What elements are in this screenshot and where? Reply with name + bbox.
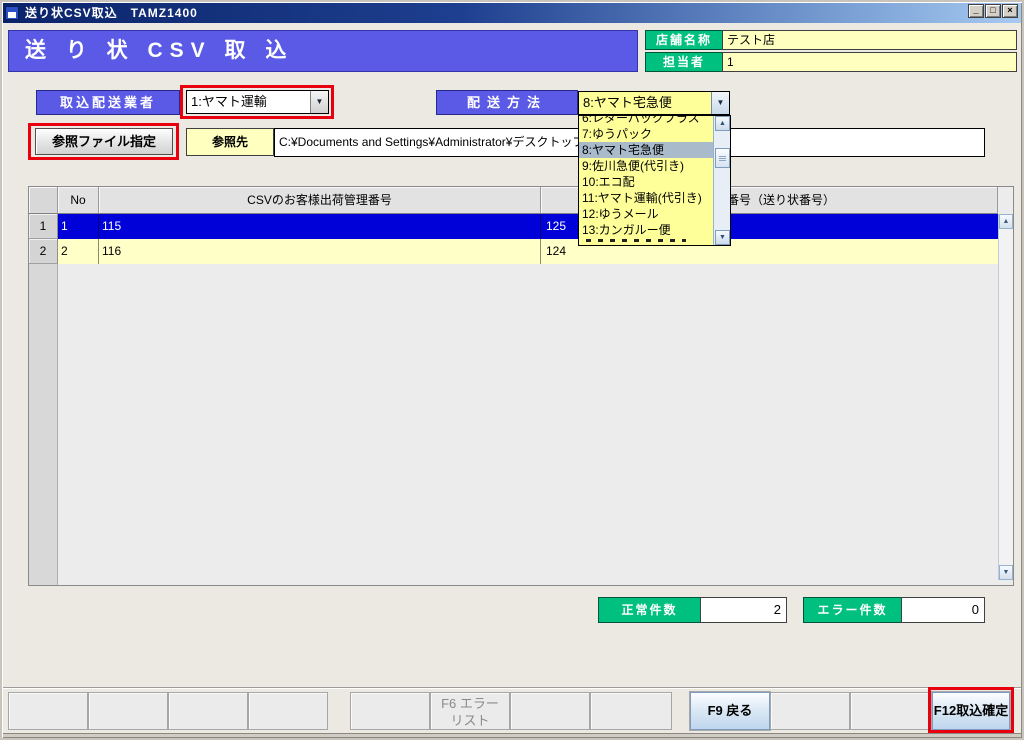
dropdown-item[interactable]: 7:ゆうパック (579, 126, 714, 142)
fkey-f2-slot (88, 692, 168, 730)
dropdown-item[interactable]: 12:ゆうメール (579, 206, 714, 222)
table-header-row: No CSVのお客様出荷管理番号 番号（送り状番号） (29, 187, 1013, 214)
scrollbar-thumb[interactable] (715, 148, 730, 168)
method-combobox[interactable]: 8:ヤマト宅急便 ▼ (578, 91, 730, 115)
f9-back-button[interactable]: F9 戻る (690, 692, 770, 730)
app-icon (5, 6, 19, 20)
browse-file-button[interactable]: 参照ファイル指定 (35, 128, 173, 155)
method-value: 8:ヤマト宅急便 (579, 92, 711, 114)
chevron-down-icon[interactable]: ▼ (310, 91, 328, 113)
fkey-f3-slot (168, 692, 248, 730)
method-label: 配送方法 (436, 90, 578, 115)
staff-label: 担当者 (645, 52, 723, 72)
carrier-value: 1:ヤマト運輸 (187, 91, 310, 113)
window-title: 送り状CSV取込 TAMZ1400 (25, 4, 198, 21)
column-header-no: No (58, 187, 99, 214)
import-table: No CSVのお客様出荷管理番号 番号（送り状番号） 1 1 115 125 2… (28, 186, 1014, 586)
dropdown-item[interactable]: 11:ヤマト運輸(代引き) (579, 190, 714, 206)
f12-confirm-import-button[interactable]: F12取込確定 (932, 692, 1010, 730)
dropdown-item-selected[interactable]: 8:ヤマト宅急便 (579, 142, 714, 158)
dropdown-item[interactable]: 9:佐川急便(代引き) (579, 158, 714, 174)
fkey-f4-slot (248, 692, 328, 730)
f6-error-list-button[interactable]: F6 エラー リスト (430, 692, 510, 730)
reference-dest-label: 参照先 (186, 128, 274, 156)
error-count-label: エラー件数 (803, 597, 902, 623)
chevron-down-icon[interactable]: ▼ (711, 92, 729, 114)
table-row[interactable]: 1 1 115 125 (29, 214, 1013, 239)
maximize-button[interactable]: □ (985, 4, 1001, 18)
title-bar: 送り状CSV取込 TAMZ1400 _ □ × (2, 2, 1022, 23)
minimize-button[interactable]: _ (968, 4, 984, 18)
fkey-f1-slot (8, 692, 88, 730)
column-header-csv: CSVのお客様出荷管理番号 (99, 187, 541, 214)
dropdown-item[interactable]: 13:カンガルー便 (579, 222, 714, 238)
divider (2, 687, 1022, 689)
fkey-f11-slot (850, 692, 930, 730)
cell-csv[interactable]: 115 (99, 214, 541, 239)
scroll-down-icon[interactable]: ▼ (715, 230, 730, 245)
ok-count-label: 正常件数 (598, 597, 701, 623)
ok-count-field: 2 (700, 597, 787, 623)
status-strip (0, 733, 1024, 740)
page-title: 送 り 状 CSV 取 込 (8, 30, 638, 72)
scroll-up-icon[interactable]: ▲ (999, 214, 1013, 229)
staff-field: 1 (722, 52, 1017, 72)
dropdown-scrollbar[interactable]: ▲ ▼ (713, 116, 730, 245)
method-dropdown-list: 6:レターパックプラス 7:ゆうパック 8:ヤマト宅急便 9:佐川急便(代引き)… (578, 115, 731, 246)
cell-no[interactable]: 2 (58, 239, 99, 264)
close-button[interactable]: × (1002, 4, 1018, 18)
scroll-down-icon[interactable]: ▼ (999, 565, 1013, 580)
fkey-f10-slot (770, 692, 850, 730)
fkey-f7-slot (510, 692, 590, 730)
column-header-rownum (29, 187, 58, 214)
f6-label-line2: リスト (431, 712, 509, 729)
store-name-field: テスト店 (722, 30, 1017, 50)
cell-csv[interactable]: 116 (99, 239, 541, 264)
app-window: 送り状CSV取込 TAMZ1400 _ □ × 送 り 状 CSV 取 込 店舗… (0, 0, 1024, 740)
dropdown-item[interactable]: 10:エコ配 (579, 174, 714, 190)
table-scrollbar[interactable]: ▲ ▼ (998, 214, 1013, 580)
dropdown-item-clipped[interactable] (579, 238, 714, 246)
row-number-cell[interactable]: 2 (29, 239, 58, 264)
dropdown-item[interactable]: 6:レターパックプラス (579, 115, 714, 126)
row-number-cell[interactable]: 1 (29, 214, 58, 239)
carrier-label: 取込配送業者 (36, 90, 180, 115)
cell-no[interactable]: 1 (58, 214, 99, 239)
fkey-f5-slot (350, 692, 430, 730)
f6-label-line1: F6 エラー (431, 695, 509, 712)
carrier-combobox[interactable]: 1:ヤマト運輸 ▼ (186, 90, 329, 114)
row-number-column (29, 264, 58, 585)
error-count-field: 0 (901, 597, 985, 623)
store-name-label: 店舗名称 (645, 30, 723, 50)
scroll-up-icon[interactable]: ▲ (715, 116, 730, 131)
fkey-f8-slot (590, 692, 672, 730)
table-row[interactable]: 2 2 116 124 (29, 239, 1013, 264)
